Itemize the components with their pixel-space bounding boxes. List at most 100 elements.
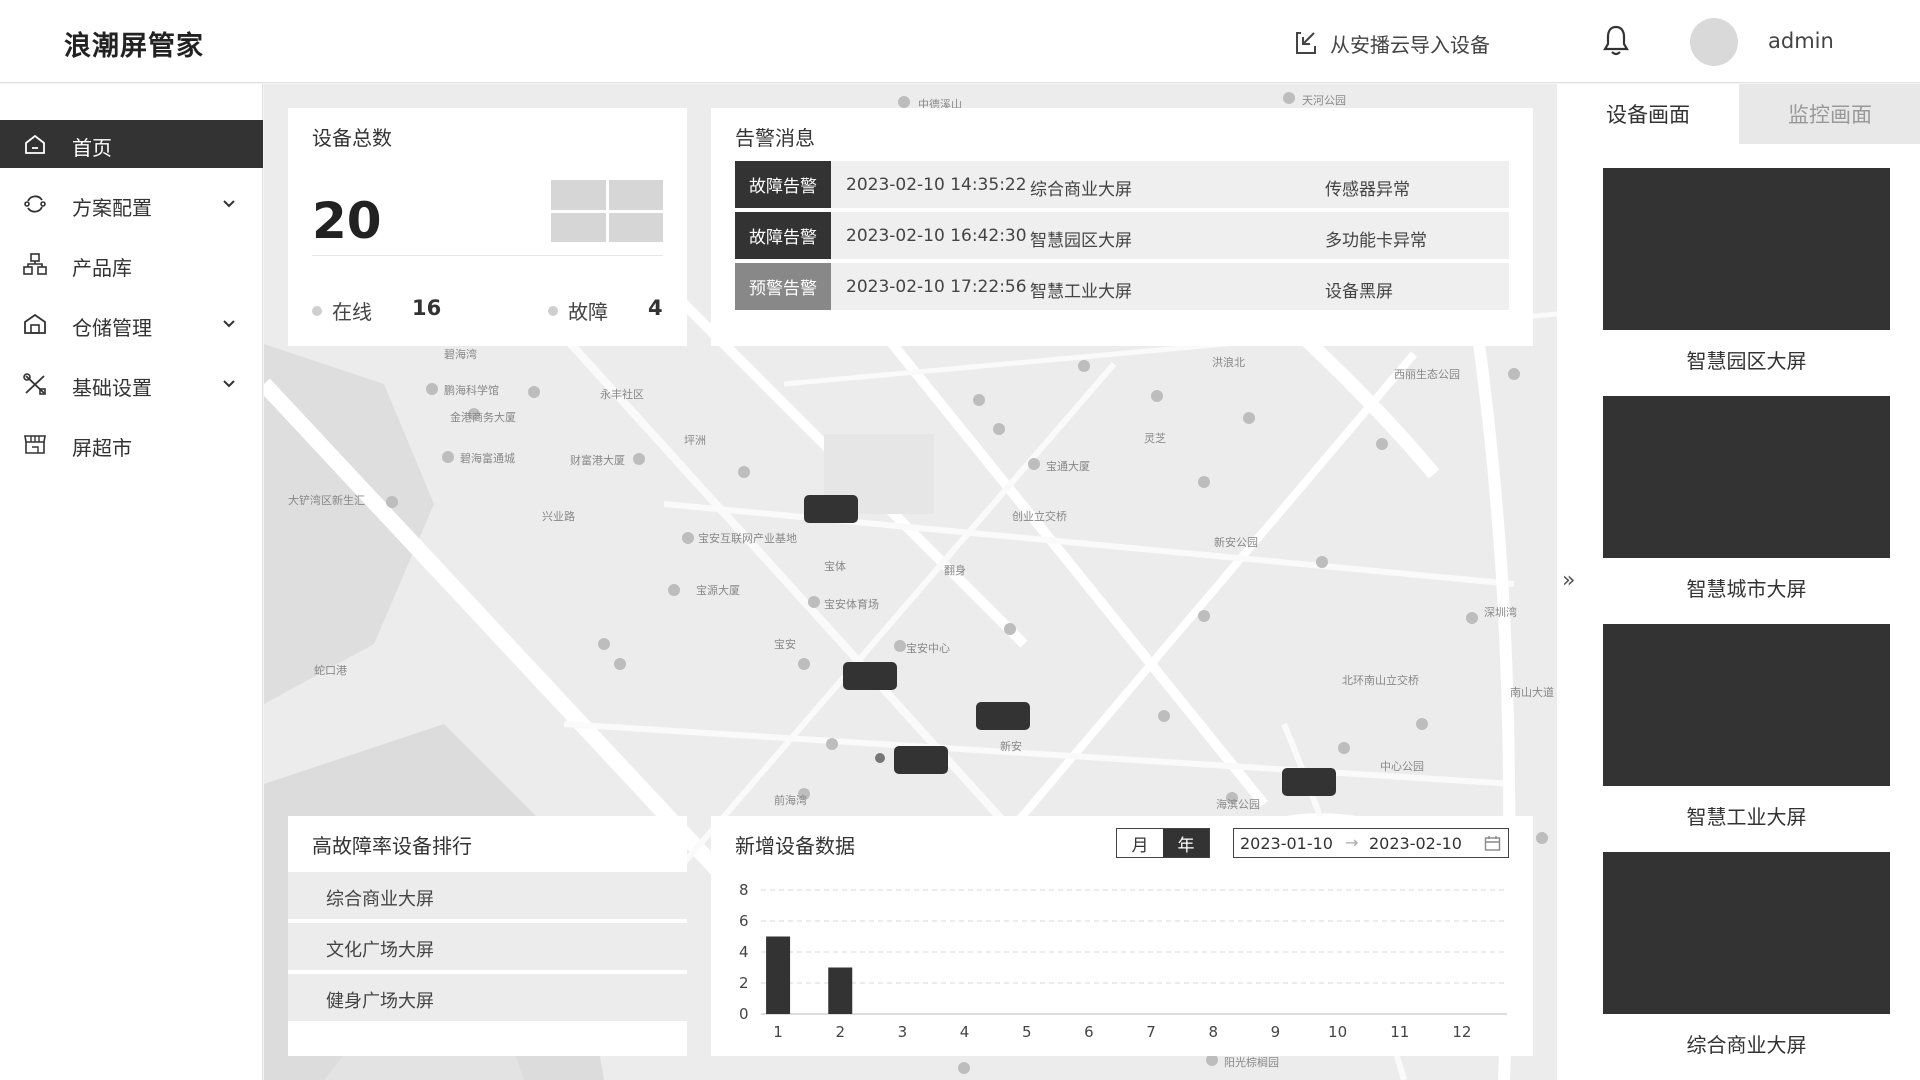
online-stat: 在线 <box>312 296 372 325</box>
username[interactable]: admin <box>1768 29 1834 53</box>
alarm-device: 智慧园区大屏 <box>1030 231 1132 251</box>
import-device-button[interactable]: 从安播云导入设备 <box>1292 26 1490 60</box>
map-label: 创业立交桥 <box>1012 510 1067 523</box>
map-label: 新安公园 <box>1214 536 1258 549</box>
screen-panel: 设备画面 监控画面 智慧园区大屏 智慧城市大屏 智慧工业大屏 综合商业大屏 <box>1557 84 1920 1080</box>
x-tick-label: 9 <box>1271 1023 1281 1041</box>
bell-icon[interactable] <box>1601 24 1631 58</box>
y-tick-label: 2 <box>739 974 749 992</box>
device-total-card: 设备总数 20 在线 16 故障 4 <box>288 108 687 346</box>
map-label: 中心公园 <box>1380 760 1424 773</box>
y-tick-label: 4 <box>739 943 749 961</box>
x-tick-label: 11 <box>1390 1023 1409 1041</box>
map-label: 宝源大厦 <box>696 584 740 597</box>
sidebar-item-label: 仓储管理 <box>72 316 152 340</box>
sidebar-item-screen-market[interactable]: 屏超市 <box>0 420 263 468</box>
sidebar-item-basic-settings[interactable]: 基础设置 <box>0 360 263 408</box>
fault-ranking-card: 高故障率设备排行 综合商业大屏 文化广场大屏 健身广场大屏 <box>288 816 687 1056</box>
map-label: 宝体 <box>824 560 846 573</box>
sidebar-item-home[interactable]: 首页 <box>0 120 263 168</box>
alarm-device: 智慧工业大屏 <box>1030 282 1132 302</box>
chevron-down-icon[interactable] <box>222 377 236 391</box>
collapse-panel-icon[interactable]: » <box>1562 568 1575 593</box>
map-label: 宝安 <box>774 638 796 651</box>
toggle-year[interactable]: 年 <box>1163 829 1209 857</box>
device-marker[interactable] <box>1282 768 1336 796</box>
calendar-icon <box>1484 836 1501 851</box>
sidebar-item-warehouse[interactable]: 仓储管理 <box>0 300 263 348</box>
device-total-count: 20 <box>312 192 382 250</box>
map-label: 金港商务大厦 <box>450 411 516 424</box>
map-label: 阳光棕榈园 <box>1224 1056 1279 1069</box>
new-devices-card: 新增设备数据 月 年 2023-01-10 → 2023-02-10 0 2 4 6 8… <box>711 816 1533 1056</box>
user-avatar[interactable] <box>1690 18 1738 66</box>
screen-preview[interactable] <box>1603 852 1890 1014</box>
date-range-picker[interactable]: 2023-01-10 → 2023-02-10 <box>1233 828 1509 858</box>
map-label: 北环南山立交桥 <box>1342 674 1419 687</box>
tools-icon <box>23 373 46 395</box>
x-tick-label: 3 <box>898 1023 908 1041</box>
tab-device-screen[interactable]: 设备画面 <box>1557 84 1739 144</box>
screen-preview[interactable] <box>1603 396 1890 558</box>
map-label: 鹏海科学馆 <box>444 384 499 397</box>
fault-label: 故障 <box>568 300 608 324</box>
map-label: 坪洲 <box>684 434 706 447</box>
map-label: 新安 <box>1000 740 1022 753</box>
online-count: 16 <box>412 296 442 320</box>
map-label: 永丰社区 <box>600 388 644 401</box>
device-marker[interactable] <box>804 495 858 523</box>
ranking-item[interactable]: 健身广场大屏 <box>288 974 687 1021</box>
home-icon <box>25 134 45 154</box>
alarm-time: 2023-02-10 16:42:30 <box>846 226 1027 246</box>
x-tick-label: 4 <box>960 1023 970 1041</box>
divider <box>312 255 663 256</box>
alarm-row[interactable]: 预警告警 2023-02-10 17:22:56 智慧工业大屏 设备黑屏 <box>735 263 1509 310</box>
bar[interactable] <box>828 967 853 1015</box>
toggle-month[interactable]: 月 <box>1117 829 1163 857</box>
alarm-row[interactable]: 故障告警 2023-02-10 16:42:30 智慧园区大屏 多功能卡异常 <box>735 212 1509 259</box>
x-tick-label: 1 <box>773 1023 783 1041</box>
map-label: 海滨公园 <box>1216 798 1260 811</box>
alarm-time: 2023-02-10 14:35:22 <box>846 175 1027 195</box>
map-label: 大铲湾区新生汇 <box>288 494 365 507</box>
fault-stat: 故障 <box>548 296 608 325</box>
bar[interactable] <box>766 936 791 1015</box>
tab-monitor-screen[interactable]: 监控画面 <box>1739 84 1920 144</box>
map-label: 宝安互联网产业基地 <box>698 532 797 545</box>
ranking-item[interactable]: 综合商业大屏 <box>288 872 687 919</box>
device-marker[interactable] <box>894 746 948 774</box>
device-marker[interactable] <box>976 702 1030 730</box>
ranking-item[interactable]: 文化广场大屏 <box>288 923 687 970</box>
refresh-icon <box>24 195 46 213</box>
sidebar-item-plan-config[interactable]: 方案配置 <box>0 180 263 228</box>
alarm-device: 综合商业大屏 <box>1030 180 1132 200</box>
x-tick-label: 2 <box>835 1023 845 1041</box>
device-marker[interactable] <box>843 662 897 690</box>
alarm-message: 多功能卡异常 <box>1325 231 1427 251</box>
sidebar-item-label: 方案配置 <box>72 196 152 220</box>
warehouse-icon <box>24 313 46 334</box>
chevron-down-icon[interactable] <box>222 197 236 211</box>
sidebar-item-product-library[interactable]: 产品库 <box>0 240 263 288</box>
alarm-row[interactable]: 故障告警 2023-02-10 14:35:22 综合商业大屏 传感器异常 <box>735 161 1509 208</box>
import-device-label: 从安播云导入设备 <box>1330 32 1490 57</box>
map-label: 天河公园 <box>1302 94 1346 107</box>
screen-preview[interactable] <box>1603 624 1890 786</box>
alarm-type-badge: 故障告警 <box>735 212 831 259</box>
alarm-card: 告警消息 故障告警 2023-02-10 14:35:22 综合商业大屏 传感器… <box>711 108 1533 346</box>
map-label: 财富港大厦 <box>570 454 625 467</box>
chevron-down-icon[interactable] <box>222 317 236 331</box>
hierarchy-icon <box>23 253 47 275</box>
map-label: 西丽生态公园 <box>1394 368 1460 381</box>
fault-dot-icon <box>548 305 558 316</box>
x-tick-label: 5 <box>1022 1023 1032 1041</box>
x-tick-label: 6 <box>1084 1023 1094 1041</box>
screen-label: 智慧城市大屏 <box>1686 577 1807 601</box>
screen-preview[interactable] <box>1603 168 1890 330</box>
map-label: 灵芝 <box>1144 432 1166 445</box>
screen-label: 综合商业大屏 <box>1686 1033 1807 1057</box>
online-dot-icon <box>312 305 322 316</box>
sidebar-item-label: 首页 <box>72 136 112 160</box>
map-label: 碧海富通城 <box>460 452 515 465</box>
ranking-item-label: 综合商业大屏 <box>326 889 434 910</box>
